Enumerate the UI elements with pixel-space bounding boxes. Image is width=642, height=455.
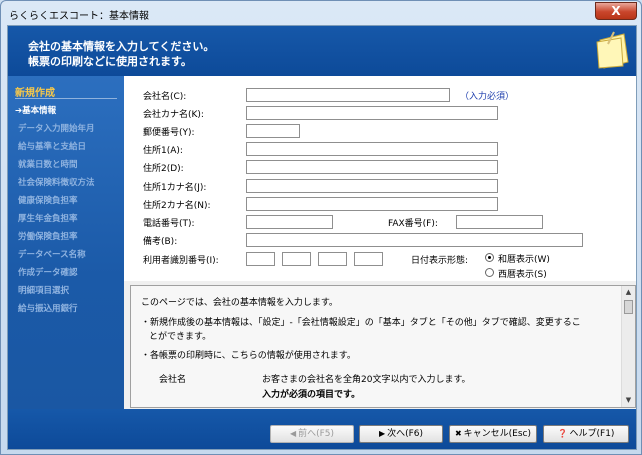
scroll-thumb[interactable] [624, 300, 633, 314]
fax-label: FAX番号(F): [388, 219, 438, 229]
user-id-input-4[interactable] [354, 252, 383, 266]
wizard-steps-sidebar: 新規作成 ➔基本情報 データ入力開始年月 給与基準と支給日 就業日数と時間 社会… [8, 76, 124, 409]
dialog-body: 会社の基本情報を入力してください。 帳票の印刷などに使用されます。 新規作成 ➔… [7, 25, 637, 450]
right-arrow-icon: ▶ [378, 429, 386, 438]
postal-code-label: 郵便番号(Y): [143, 128, 195, 138]
note-input[interactable] [246, 233, 583, 247]
sidebar-item-basic-info[interactable]: ➔基本情報 [15, 104, 56, 116]
left-arrow-icon: ◀ [289, 429, 297, 438]
help-panel[interactable]: このページでは、会社の基本情報を入力します。 ・新規作成後の基本情報は、「設定」… [130, 285, 636, 408]
basic-info-form: 会社名(C): （入力必須） 会社カナ名(K): 郵便番号(Y): 住所1(A)… [124, 76, 636, 281]
note-label: 備考(B): [143, 237, 178, 247]
user-id-input-1[interactable] [246, 252, 275, 266]
sidebar-item-social-insurance[interactable]: 社会保険料徴収方法 [18, 176, 95, 188]
help-scrollbar[interactable]: ▲ ▼ [621, 286, 635, 407]
help-bullet-1-cont: とができます。 [149, 332, 212, 342]
sidebar-item-workdays[interactable]: 就業日数と時間 [18, 158, 78, 170]
sidebar-item-salary-basis[interactable]: 給与基準と支給日 [18, 140, 86, 152]
wareki-radio[interactable] [485, 253, 494, 262]
app-window: らくらくエスコート：基本情報 X 会社の基本情報を入力してください。 帳票の印刷… [0, 0, 642, 455]
help-bullet-2: ・各帳票の印刷時に、こちらの情報が使用されます。 [141, 351, 356, 361]
date-format-label: 日付表示形態: [411, 256, 469, 266]
help-field-desc: お客さまの会社名を全角20文字以内で入力します。 [262, 375, 471, 385]
sidebar-item-detail-items[interactable]: 明細項目選択 [18, 284, 69, 296]
sidebar-item-data-start[interactable]: データ入力開始年月 [18, 122, 95, 134]
company-name-label: 会社名(C): [143, 92, 187, 102]
address2-label: 住所2(D): [143, 164, 184, 174]
sidebar-item-database-name[interactable]: データベース名称 [18, 248, 86, 260]
company-kana-label: 会社カナ名(K): [143, 110, 204, 120]
cancel-button[interactable]: ✖ キャンセル(Esc) [449, 425, 537, 443]
sidebar-item-confirm[interactable]: 作成データ確認 [18, 266, 78, 278]
banner-subheading: 帳票の印刷などに使用されます。 [28, 55, 192, 68]
sidebar-title: 新規作成 [15, 88, 55, 99]
next-button[interactable]: ▶ 次へ(F6) [359, 425, 443, 443]
phone-label: 電話番号(T): [143, 219, 195, 229]
user-id-input-3[interactable] [318, 252, 347, 266]
address2-kana-label: 住所2カナ名(N): [143, 201, 211, 211]
user-id-input-2[interactable] [282, 252, 311, 266]
help-icon: ❓ [557, 429, 568, 438]
seireki-radio-label[interactable]: 西暦表示(S) [498, 267, 547, 280]
help-intro: このページでは、会社の基本情報を入力します。 [141, 298, 338, 308]
address2-kana-input[interactable] [246, 197, 498, 211]
help-field-name: 会社名 [159, 375, 187, 385]
sidebar-divider [15, 98, 117, 99]
help-bullet-1: ・新規作成後の基本情報は、「設定」-「会社情報設定」の「基本」タブと「その他」タ… [141, 318, 581, 328]
postal-code-input[interactable] [246, 124, 300, 138]
sidebar-item-labor-insurance[interactable]: 労働保険負担率 [18, 230, 78, 242]
window-title: らくらくエスコート：基本情報 [9, 11, 149, 22]
sidebar-item-pension[interactable]: 厚生年金負担率 [18, 212, 78, 224]
cancel-icon: ✖ [454, 429, 462, 438]
help-field-required: 入力が必須の項目です。 [262, 390, 361, 400]
fax-input[interactable] [456, 215, 543, 229]
help-button[interactable]: ❓ ヘルプ(F1) [543, 425, 629, 443]
header-banner: 会社の基本情報を入力してください。 帳票の印刷などに使用されます。 [8, 26, 636, 76]
sticky-notes-icon [596, 31, 629, 69]
address1-label: 住所1(A): [143, 146, 183, 156]
prev-button[interactable]: ◀ 前へ(F5) [270, 425, 354, 443]
company-kana-input[interactable] [246, 106, 498, 120]
wareki-radio-label[interactable]: 和暦表示(W) [498, 252, 550, 265]
scroll-down-arrow-icon[interactable]: ▼ [624, 396, 633, 405]
footer-bar: ◀ 前へ(F5) ▶ 次へ(F6) ✖ キャンセル(Esc) ❓ ヘルプ(F1) [8, 409, 636, 449]
title-bar[interactable]: らくらくエスコート：基本情報 X [1, 1, 641, 25]
scroll-up-arrow-icon[interactable]: ▲ [624, 288, 633, 297]
address1-kana-input[interactable] [246, 179, 498, 193]
address1-kana-label: 住所1カナ名(J): [143, 183, 207, 193]
banner-heading: 会社の基本情報を入力してください。 [28, 40, 215, 53]
required-note: （入力必須） [460, 92, 515, 102]
address1-input[interactable] [246, 142, 498, 156]
company-name-input[interactable] [246, 88, 450, 102]
phone-input[interactable] [246, 215, 333, 229]
close-icon: X [611, 4, 621, 18]
sidebar-item-health-insurance[interactable]: 健康保険負担率 [18, 194, 78, 206]
address2-input[interactable] [246, 160, 498, 174]
user-id-label: 利用者識別番号(I): [143, 256, 219, 266]
close-button[interactable]: X [595, 2, 637, 20]
seireki-radio[interactable] [485, 268, 494, 277]
sidebar-item-bank[interactable]: 給与振込用銀行 [18, 302, 78, 314]
